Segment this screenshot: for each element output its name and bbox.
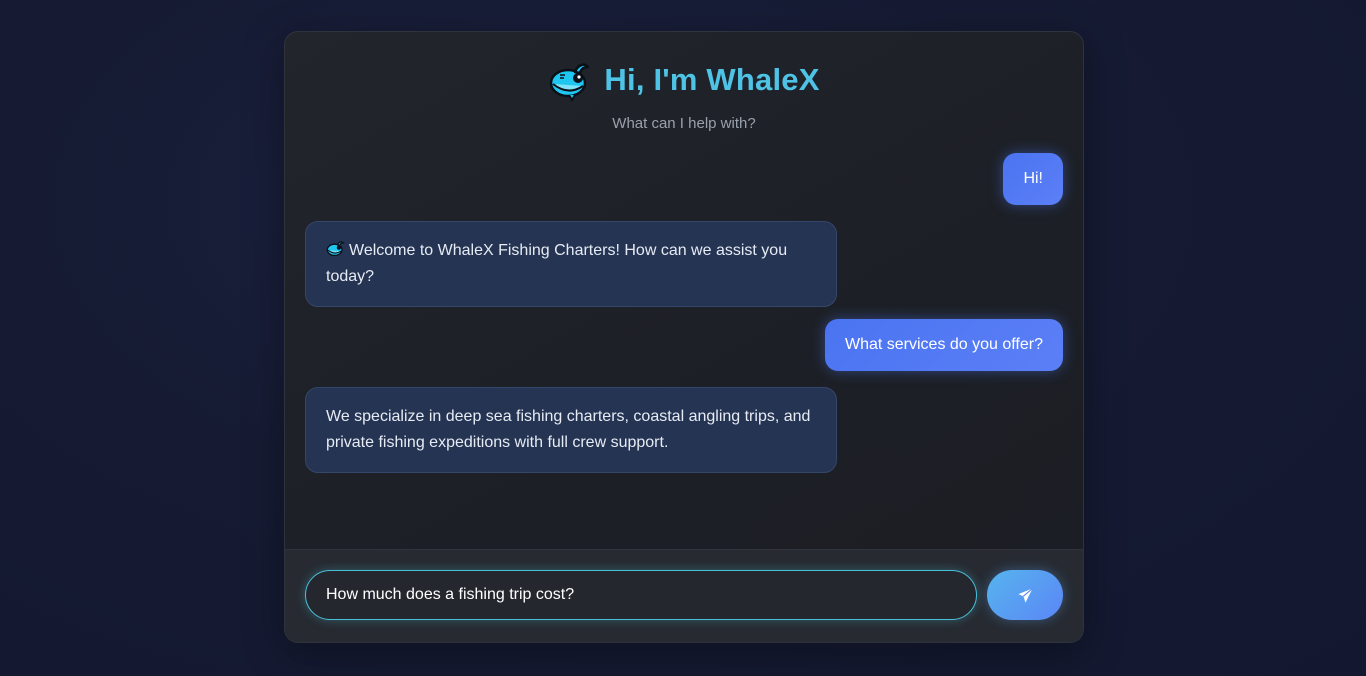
bot-message: We specialize in deep sea fishing charte…: [305, 387, 837, 473]
paper-plane-icon: [1017, 587, 1034, 604]
title-row: Hi, I'm WhaleX: [285, 58, 1083, 102]
page-title: Hi, I'm WhaleX: [604, 62, 820, 97]
message-text: We specialize in deep sea fishing charte…: [326, 408, 811, 451]
user-message: What services do you offer?: [824, 319, 1063, 371]
whale-icon: [548, 58, 592, 102]
message-input[interactable]: [305, 570, 977, 620]
chat-header: Hi, I'm WhaleX What can I help with?: [285, 32, 1083, 142]
page-subtitle: What can I help with?: [612, 115, 756, 132]
message-text: Hi!: [1023, 170, 1043, 187]
message-text: What services do you offer?: [844, 336, 1043, 353]
user-message: Hi!: [1003, 153, 1063, 205]
chat-window: Hi, I'm WhaleX What can I help with? Hi!…: [284, 31, 1084, 643]
message-text: Welcome to WhaleX Fishing Charters! How …: [326, 242, 788, 285]
whale-icon: [326, 239, 345, 258]
composer-bar: [285, 549, 1083, 642]
send-button[interactable]: [987, 570, 1063, 620]
bot-message: Welcome to WhaleX Fishing Charters! How …: [305, 221, 837, 307]
message-list: Hi! Welcome to WhaleX Fishing Charters! …: [285, 142, 1083, 550]
